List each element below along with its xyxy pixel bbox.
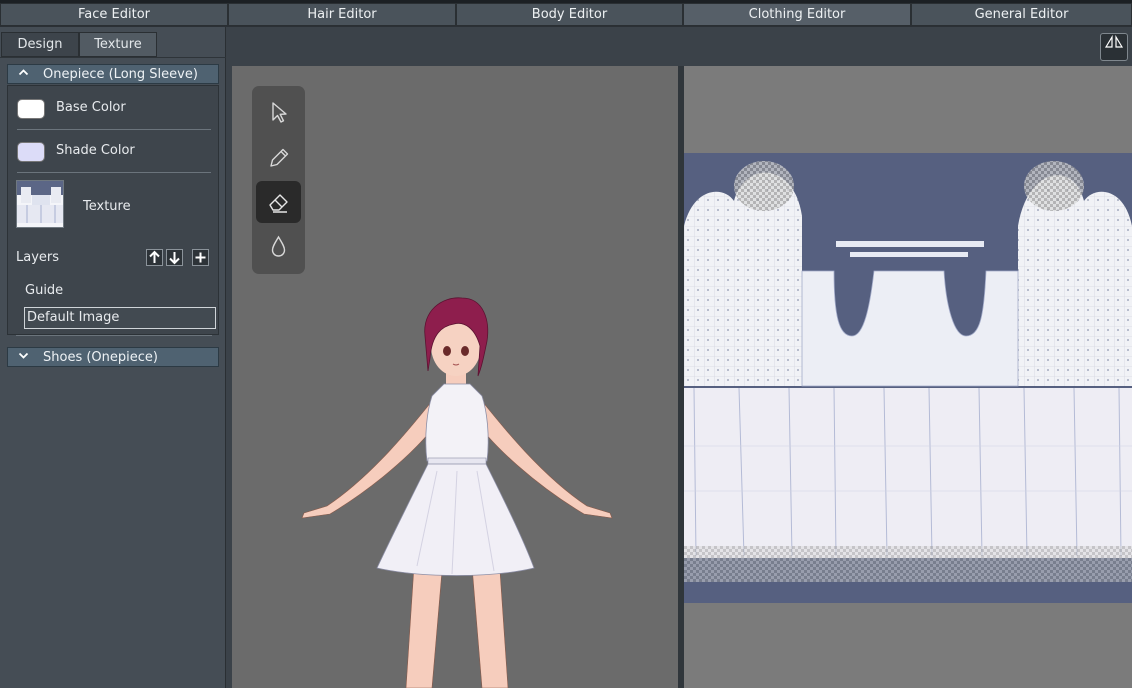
viewport-toolbar [232, 31, 1132, 66]
viewport-area [232, 31, 1132, 688]
shade-color-row: Shade Color [8, 130, 218, 172]
base-color-label: Base Color [56, 100, 126, 115]
section-title: Onepiece (Long Sleeve) [43, 67, 198, 82]
shade-color-label: Shade Color [56, 143, 135, 158]
tab-design[interactable]: Design [1, 32, 79, 57]
mirror-icon [1104, 34, 1124, 48]
editor-tab-bar: Face Editor Hair Editor Body Editor Clot… [0, 0, 1132, 27]
texture-thumbnail[interactable] [16, 180, 64, 228]
move-layer-up-button[interactable] [146, 249, 163, 266]
tab-texture[interactable]: Texture [79, 32, 157, 57]
texture-label: Texture [83, 199, 131, 214]
character-model [301, 297, 613, 688]
layers-label: Layers [16, 250, 60, 265]
section-title: Shoes (Onepiece) [43, 350, 158, 365]
base-color-swatch[interactable] [17, 99, 45, 119]
divider [17, 172, 211, 173]
shade-color-swatch[interactable] [17, 142, 45, 162]
add-layer-button[interactable] [192, 249, 209, 266]
move-layer-down-button[interactable] [166, 249, 183, 266]
layer-item-guide[interactable]: Guide [25, 283, 63, 298]
uv-texture-map [684, 153, 1132, 603]
base-color-row: Base Color [8, 86, 218, 128]
tab-hair-editor[interactable]: Hair Editor [228, 3, 456, 26]
arrow-down-icon [169, 252, 180, 265]
section-header-shoes[interactable]: Shoes (Onepiece) [7, 347, 219, 367]
uv-texture-canvas[interactable] [684, 66, 1132, 688]
arrow-up-icon [149, 250, 160, 263]
subtab-bar: Design Texture [0, 32, 226, 58]
tab-general-editor[interactable]: General Editor [911, 3, 1132, 26]
mirror-toggle-button[interactable] [1100, 33, 1128, 61]
section-header-onepiece[interactable]: Onepiece (Long Sleeve) [7, 64, 219, 84]
plus-icon [195, 252, 206, 263]
tab-face-editor[interactable]: Face Editor [0, 3, 228, 26]
left-panel: Design Texture Onepiece (Long Sleeve) Ba… [0, 27, 226, 688]
layer-item-default-image[interactable]: Default Image [24, 307, 216, 329]
chevron-down-icon [18, 348, 29, 367]
divider [16, 335, 212, 336]
tab-clothing-editor[interactable]: Clothing Editor [683, 3, 911, 26]
tab-body-editor[interactable]: Body Editor [456, 3, 683, 26]
chevron-up-icon [18, 65, 29, 84]
model-preview-viewport[interactable] [232, 66, 678, 688]
